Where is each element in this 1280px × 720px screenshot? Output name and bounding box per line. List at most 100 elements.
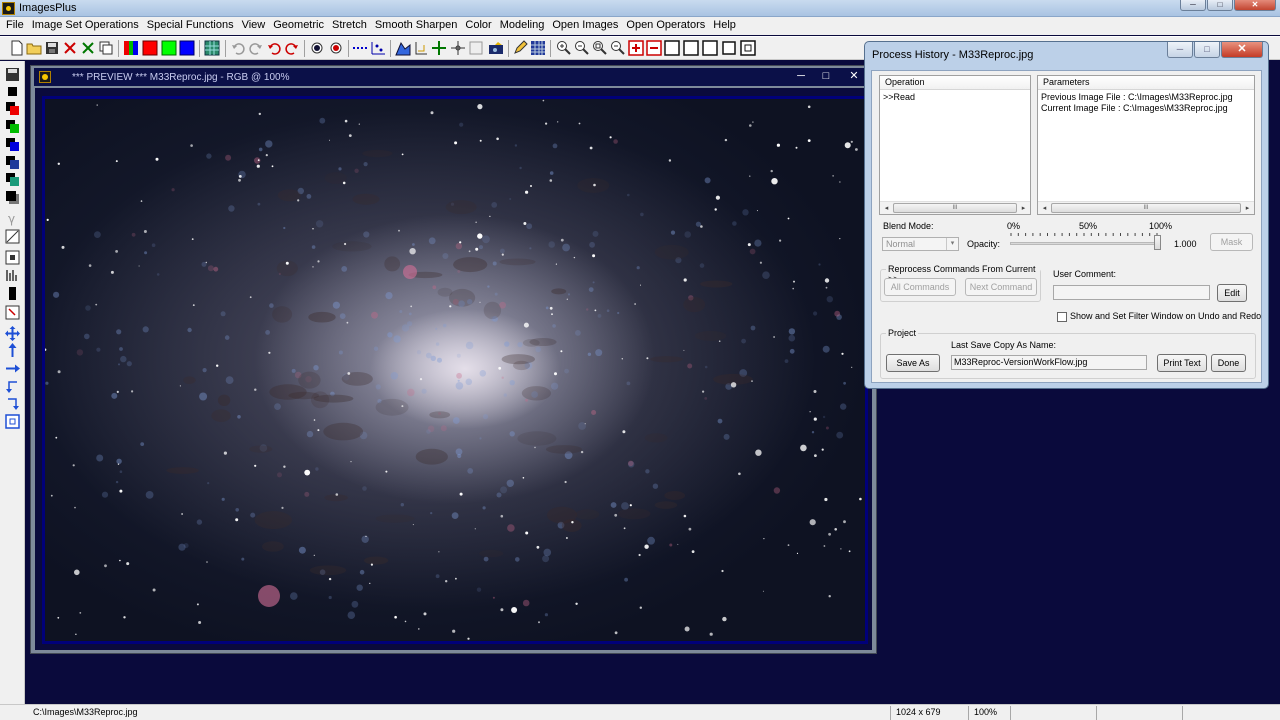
axes-icon[interactable] [413,40,429,56]
blue-swatch-icon[interactable] [5,137,20,152]
crop-icon[interactable] [5,305,20,320]
menu-stretch[interactable]: Stretch [329,17,372,35]
scroll-left-icon[interactable]: ◂ [881,203,892,214]
pencil-icon[interactable] [512,40,528,56]
dialog-minimize-button[interactable]: ─ [1167,42,1193,58]
copy-icon[interactable] [98,40,114,56]
black-swatch-icon[interactable] [5,84,20,99]
zoom-actual-icon[interactable] [610,40,626,56]
grid-icon[interactable] [204,40,220,56]
parameter-row[interactable]: Current Image File : C:\Images\M33Reproc… [1041,103,1228,113]
blend-mode-select[interactable]: Normal ▾ [882,237,959,251]
curve-icon[interactable] [5,229,20,244]
redo-red-icon[interactable] [284,40,300,56]
save-icon[interactable] [5,67,20,82]
operation-row[interactable]: >>Read [883,92,915,102]
undo-red-icon[interactable] [266,40,282,56]
open-icon[interactable] [26,40,42,56]
scroll-thumb[interactable]: III [893,203,1017,213]
dialog-maximize-button[interactable]: □ [1194,42,1220,58]
green-swatch-icon[interactable] [5,119,20,134]
scroll-left-icon[interactable]: ◂ [1039,203,1050,214]
table-icon[interactable] [530,40,546,56]
crosshair-icon[interactable] [431,40,447,56]
mask-button[interactable]: Mask [1210,233,1253,251]
point-icon[interactable] [309,40,325,56]
done-button[interactable]: Done [1211,354,1246,372]
zoom-out-icon[interactable] [574,40,590,56]
app-close-button[interactable]: ✕ [1234,0,1276,11]
plot-icon[interactable] [370,40,386,56]
close-all-icon[interactable] [80,40,96,56]
arrow-right-icon[interactable] [5,361,20,376]
scroll-right-icon[interactable]: ▸ [1018,203,1029,214]
menu-view[interactable]: View [239,17,271,35]
opacity-slider-track[interactable] [1010,242,1158,245]
dotted-line-icon[interactable] [352,40,368,56]
all-commands-button[interactable]: All Commands [884,278,956,296]
gamma-icon[interactable]: γ [5,211,20,226]
opacity-slider-thumb[interactable] [1154,235,1161,250]
shadow-swatch-icon[interactable] [5,190,20,205]
preview-maximize-button[interactable]: □ [814,69,838,84]
scroll-thumb[interactable]: III [1051,203,1241,213]
dark-blue-swatch-icon[interactable] [5,155,20,170]
menu-image-set-operations[interactable]: Image Set Operations [29,17,144,35]
star-box-icon[interactable] [468,40,484,56]
show-filter-checkbox[interactable] [1057,312,1067,322]
menu-help[interactable]: Help [710,17,741,35]
edit-button[interactable]: Edit [1217,284,1247,302]
blue-channel-icon[interactable] [179,40,195,56]
histogram-icon[interactable] [395,40,411,56]
camera-icon[interactable] [488,40,504,56]
frame-icon[interactable] [5,250,20,265]
operation-header[interactable]: Operation [880,76,1030,90]
redo-icon[interactable] [248,40,264,56]
print-text-button[interactable]: Print Text [1157,354,1207,372]
star-icon[interactable] [450,40,466,56]
app-minimize-button[interactable]: ─ [1180,0,1206,11]
menu-smooth-sharpen[interactable]: Smooth Sharpen [372,17,463,35]
teal-swatch-icon[interactable] [5,172,20,187]
app-maximize-button[interactable]: □ [1207,0,1233,11]
box4-icon[interactable] [721,40,737,56]
zoom-in-icon[interactable] [556,40,572,56]
parameters-hscroll[interactable]: ◂ III ▸ [1038,201,1254,214]
plus-box-icon[interactable] [628,40,644,56]
parameters-list[interactable]: Parameters Previous Image File : C:\Imag… [1037,75,1255,215]
box3-icon[interactable] [702,40,718,56]
rgb-channels-icon[interactable] [123,40,139,56]
save-icon[interactable] [44,40,60,56]
save-as-button[interactable]: Save As [886,354,940,372]
new-icon[interactable] [9,40,25,56]
minus-box-icon[interactable] [646,40,662,56]
galaxy-image[interactable] [45,99,865,641]
next-command-button[interactable]: Next Command [965,278,1037,296]
preview-minimize-button[interactable]: ─ [789,69,813,84]
menu-file[interactable]: File [3,17,29,35]
menu-open-operators[interactable]: Open Operators [623,17,710,35]
operation-list[interactable]: Operation >>Read ◂ III ▸ [879,75,1031,215]
undo-icon[interactable] [230,40,246,56]
menu-open-images[interactable]: Open Images [549,17,623,35]
last-save-name-field[interactable]: M33Reproc-VersionWorkFlow.jpg [951,355,1147,370]
red-channel-icon[interactable] [142,40,158,56]
menu-color[interactable]: Color [462,17,496,35]
bar-icon[interactable] [5,286,20,301]
rotate-right-icon[interactable] [5,396,20,411]
zoom-fit-icon[interactable] [592,40,608,56]
box2-icon[interactable] [683,40,699,56]
preview-title-bar[interactable]: *** PREVIEW *** M33Reproc.jpg - RGB @ 10… [34,68,873,86]
parameter-row[interactable]: Previous Image File : C:\Images\M33Repro… [1041,92,1233,102]
menu-modeling[interactable]: Modeling [497,17,550,35]
arrow-up-icon[interactable] [5,343,20,358]
rotate-left-icon[interactable] [5,379,20,394]
scroll-right-icon[interactable]: ▸ [1242,203,1253,214]
red-swatch-icon[interactable] [5,101,20,116]
operation-hscroll[interactable]: ◂ III ▸ [880,201,1030,214]
box5-icon[interactable] [740,40,756,56]
box1-icon[interactable] [664,40,680,56]
levels-icon[interactable] [5,268,20,283]
dialog-close-button[interactable]: ✕ [1221,42,1263,58]
preview-close-button[interactable]: ✕ [842,69,866,84]
